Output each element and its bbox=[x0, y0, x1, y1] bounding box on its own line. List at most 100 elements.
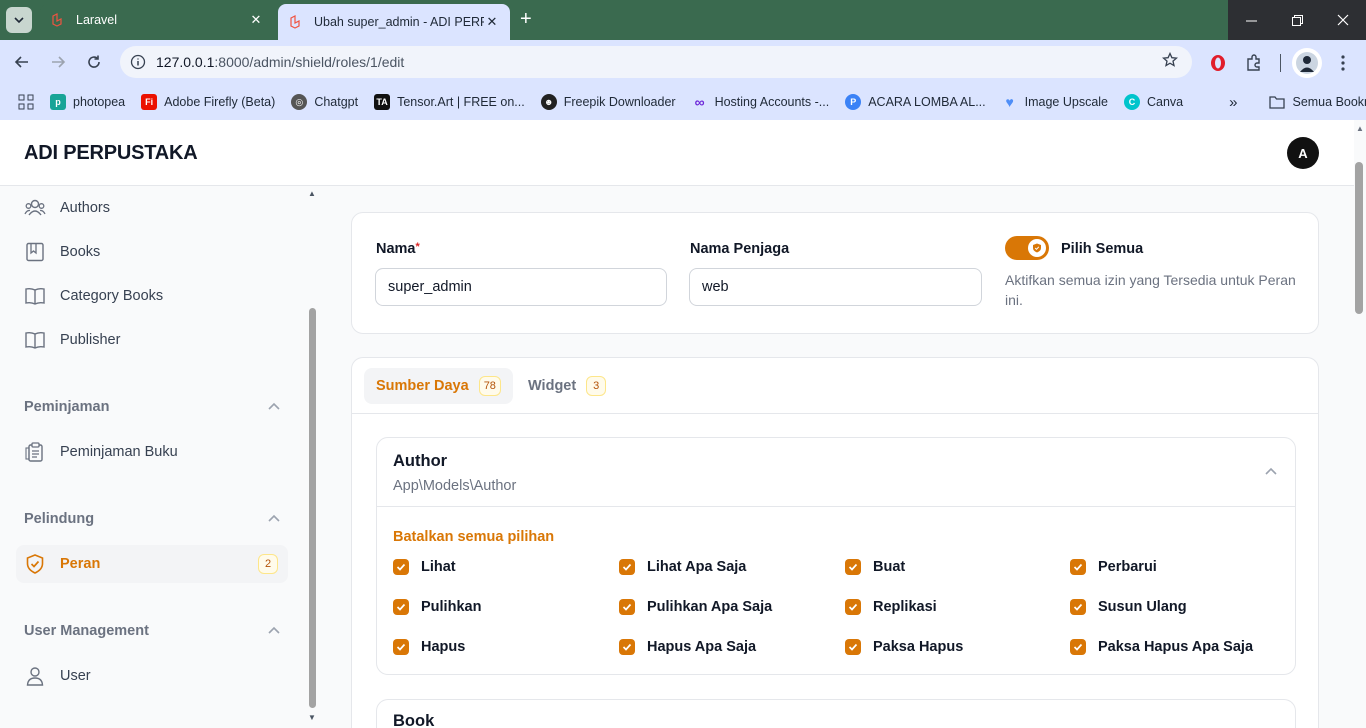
bookmark-item[interactable]: ◎ Chatgpt bbox=[291, 94, 358, 110]
apps-grid-icon[interactable] bbox=[18, 94, 34, 110]
more-bookmarks-icon[interactable]: » bbox=[1229, 94, 1237, 111]
reload-icon bbox=[88, 55, 100, 68]
permission-checkbox[interactable]: Hapus bbox=[393, 639, 465, 655]
permission-label: Replikasi bbox=[873, 599, 937, 615]
chevron-up-icon[interactable] bbox=[268, 625, 280, 637]
sidebar-item-label: Publisher bbox=[60, 332, 121, 348]
browser-toolbar: 127.0.0.1:8000/admin/shield/roles/1/edit bbox=[0, 40, 1366, 84]
scroll-up-arrow-icon[interactable]: ▲ bbox=[308, 189, 316, 198]
name-input[interactable]: super_admin bbox=[375, 268, 667, 306]
permission-checkbox[interactable]: Pulihkan Apa Saja bbox=[619, 599, 772, 615]
minimize-button[interactable] bbox=[1228, 0, 1274, 40]
permission-checkbox[interactable]: Lihat Apa Saja bbox=[619, 559, 746, 575]
sidebar-item-books[interactable]: Books bbox=[16, 233, 288, 271]
sidebar-item-category-books[interactable]: Category Books bbox=[16, 277, 288, 315]
forward-button[interactable] bbox=[48, 52, 68, 72]
sidebar-group-pelindung[interactable]: Pelindung bbox=[24, 511, 280, 527]
close-icon[interactable]: ✕ bbox=[248, 12, 264, 28]
sidebar-item-peminjaman-buku[interactable]: Peminjaman Buku bbox=[16, 433, 288, 471]
permission-checkbox[interactable]: Paksa Hapus Apa Saja bbox=[1070, 639, 1253, 655]
sidebar-item-user[interactable]: User bbox=[16, 657, 288, 695]
arrow-left-icon bbox=[14, 56, 28, 68]
browser-tab-active[interactable]: Ubah super_admin - ADI PERPUS ✕ bbox=[278, 4, 510, 40]
url-host: 127.0.0.1 bbox=[156, 54, 215, 70]
extensions-icon[interactable] bbox=[1243, 52, 1265, 74]
bookmark-item[interactable]: ☻ Freepik Downloader bbox=[540, 94, 676, 110]
count-badge: 2 bbox=[258, 554, 278, 574]
bookmark-label: Canva bbox=[1147, 95, 1184, 109]
checkbox-checked-icon bbox=[619, 559, 635, 575]
scroll-down-arrow-icon[interactable]: ▼ bbox=[308, 713, 316, 722]
permission-label: Hapus Apa Saja bbox=[647, 639, 757, 655]
toolbar-divider bbox=[1280, 54, 1281, 72]
shield-icon bbox=[1033, 243, 1041, 253]
permission-checkbox[interactable]: Replikasi bbox=[845, 599, 937, 615]
bookmark-item[interactable]: P ACARA LOMBA AL... bbox=[845, 94, 986, 110]
close-window-button[interactable] bbox=[1320, 0, 1366, 40]
address-bar[interactable]: 127.0.0.1:8000/admin/shield/roles/1/edit bbox=[120, 46, 1192, 78]
permission-checkbox[interactable]: Paksa Hapus bbox=[845, 639, 963, 655]
permission-checkbox[interactable]: Hapus Apa Saja bbox=[619, 639, 756, 655]
infinity-icon: ∞ bbox=[694, 94, 705, 110]
opera-extension-icon[interactable] bbox=[1207, 52, 1229, 74]
chevron-up-icon[interactable] bbox=[268, 513, 280, 525]
chevron-up-icon[interactable] bbox=[268, 401, 280, 413]
permission-label: Paksa Hapus bbox=[873, 639, 964, 655]
permissions-tabs: Sumber Daya 78 Widget 3 bbox=[352, 358, 1318, 414]
sidebar-scrollbar[interactable] bbox=[309, 308, 316, 708]
permission-checkbox[interactable]: Buat bbox=[845, 559, 905, 575]
checkbox-checked-icon bbox=[619, 639, 635, 655]
guard-input[interactable]: web bbox=[689, 268, 982, 306]
permission-checkbox[interactable]: Pulihkan bbox=[393, 599, 481, 615]
count-badge: 78 bbox=[478, 376, 501, 396]
bookmark-label: Hosting Accounts -... bbox=[714, 95, 830, 109]
bookmark-item[interactable]: C Canva bbox=[1124, 94, 1183, 110]
sidebar-item-publisher[interactable]: Publisher bbox=[16, 321, 288, 359]
sidebar-group-peminjaman[interactable]: Peminjaman bbox=[24, 399, 280, 415]
url-path: :8000/admin/shield/roles/1/edit bbox=[214, 54, 405, 70]
chevron-up-icon[interactable] bbox=[1265, 464, 1277, 478]
bookmark-item[interactable]: ♥ Image Upscale bbox=[1002, 94, 1108, 110]
profile-avatar[interactable] bbox=[1292, 48, 1322, 78]
bookmark-label: Chatgpt bbox=[314, 95, 359, 109]
reload-button[interactable] bbox=[84, 52, 104, 72]
tab-search-button[interactable] bbox=[6, 7, 32, 33]
user-avatar[interactable]: A bbox=[1287, 137, 1319, 169]
scroll-up-arrow-icon[interactable]: ▲ bbox=[1354, 124, 1366, 133]
new-tab-button[interactable]: + bbox=[520, 9, 532, 29]
brand-name[interactable]: ADI PERPUSTAKA bbox=[24, 142, 198, 165]
site-info-icon[interactable] bbox=[120, 54, 156, 70]
tab-widget[interactable]: Widget 3 bbox=[516, 368, 618, 404]
permission-checkbox[interactable]: Susun Ulang bbox=[1070, 599, 1187, 615]
bookmark-item[interactable]: TA Tensor.Art | FREE on... bbox=[374, 94, 525, 110]
chevron-down-icon bbox=[14, 17, 24, 24]
user-icon bbox=[24, 665, 46, 687]
select-all-toggle[interactable] bbox=[1005, 236, 1049, 260]
sidebar-group-user-management[interactable]: User Management bbox=[24, 623, 280, 639]
bookmark-item[interactable]: Fi Adobe Firefly (Beta) bbox=[141, 94, 275, 110]
permission-checkbox[interactable]: Lihat bbox=[393, 559, 456, 575]
kebab-menu-icon[interactable] bbox=[1332, 52, 1354, 74]
tab-sumber-daya[interactable]: Sumber Daya 78 bbox=[364, 368, 513, 404]
deselect-all-link[interactable]: Batalkan semua pilihan bbox=[393, 529, 554, 545]
all-bookmarks-label: Semua Bookmark bbox=[1292, 95, 1366, 109]
back-button[interactable] bbox=[12, 52, 32, 72]
restore-button[interactable] bbox=[1274, 0, 1320, 40]
sidebar-item-peran[interactable]: Peran 2 bbox=[16, 545, 288, 583]
permission-checkbox[interactable]: Perbarui bbox=[1070, 559, 1157, 575]
resource-section-book: Book bbox=[376, 699, 1296, 728]
browser-tab-laravel[interactable]: Laravel ✕ bbox=[40, 4, 274, 36]
page-scrollbar[interactable] bbox=[1355, 162, 1363, 314]
close-icon[interactable]: ✕ bbox=[484, 14, 500, 30]
checkbox-checked-icon bbox=[845, 639, 861, 655]
book-open-icon bbox=[24, 329, 46, 351]
all-bookmarks-folder[interactable]: Semua Bookmark bbox=[1269, 95, 1366, 109]
bookmark-star-icon[interactable] bbox=[1161, 51, 1179, 73]
bookmark-item[interactable]: p photopea bbox=[50, 94, 125, 110]
app-header: ADI PERPUSTAKA A bbox=[0, 120, 1354, 186]
sidebar-item-authors[interactable]: Authors bbox=[16, 189, 288, 227]
users-icon bbox=[24, 197, 46, 219]
folder-icon bbox=[1269, 95, 1286, 109]
permission-label: Buat bbox=[873, 559, 906, 575]
bookmark-item[interactable]: ∞ Hosting Accounts -... bbox=[692, 94, 830, 110]
